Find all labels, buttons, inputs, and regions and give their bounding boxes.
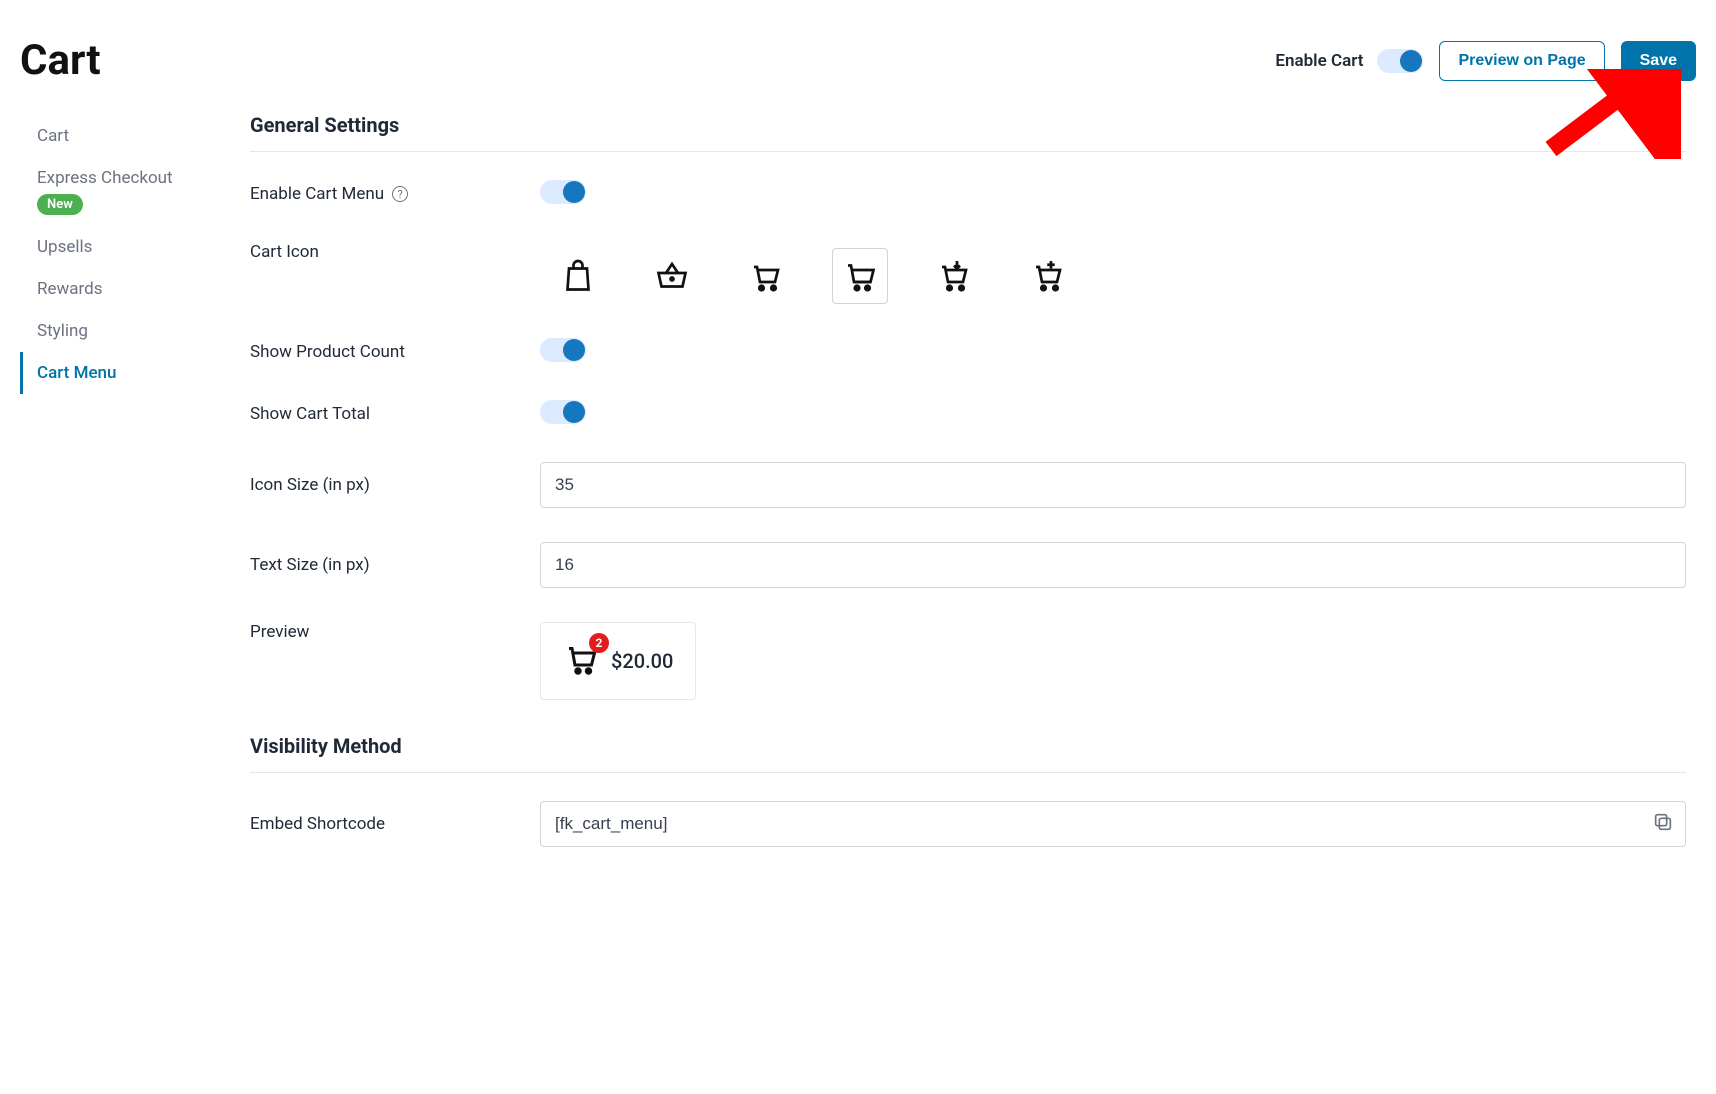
- enable-cart-toggle[interactable]: [1377, 49, 1423, 73]
- sidebar-item-rewards[interactable]: Rewards: [20, 268, 220, 310]
- basket-icon[interactable]: [644, 248, 700, 304]
- embed-shortcode-input[interactable]: [540, 801, 1686, 847]
- copy-icon[interactable]: [1652, 811, 1674, 837]
- preview-total: $20.00: [611, 649, 673, 673]
- help-icon[interactable]: ?: [392, 186, 408, 202]
- embed-shortcode-label: Embed Shortcode: [250, 814, 540, 834]
- show-cart-total-label: Show Cart Total: [250, 404, 540, 424]
- preview-label: Preview: [250, 622, 540, 642]
- sidebar-item-cart-menu[interactable]: Cart Menu: [20, 352, 220, 394]
- enable-cart-label: Enable Cart: [1275, 51, 1363, 71]
- section-title-general: General Settings: [250, 113, 1686, 152]
- cart-plus-icon[interactable]: [1020, 248, 1076, 304]
- shopping-bag-icon[interactable]: [550, 248, 606, 304]
- new-badge: New: [37, 194, 83, 215]
- text-size-label: Text Size (in px): [250, 555, 540, 575]
- sidebar: Cart Express Checkout New Upsells Reward…: [20, 113, 220, 881]
- sidebar-item-label: Styling: [37, 321, 88, 341]
- cart-menu-preview: 2 $20.00: [540, 622, 696, 700]
- enable-cart-menu-toggle[interactable]: [540, 180, 586, 204]
- show-product-count-toggle[interactable]: [540, 338, 586, 362]
- cart-icon-label: Cart Icon: [250, 242, 540, 262]
- sidebar-item-label: Rewards: [37, 279, 102, 299]
- icon-size-label: Icon Size (in px): [250, 475, 540, 495]
- header-actions: Enable Cart Preview on Page Save: [1275, 41, 1696, 81]
- show-product-count-label: Show Product Count: [250, 342, 540, 362]
- text-size-input[interactable]: [540, 542, 1686, 588]
- sidebar-item-styling[interactable]: Styling: [20, 310, 220, 352]
- page-title: Cart: [20, 36, 101, 85]
- sidebar-item-cart[interactable]: Cart: [20, 115, 220, 157]
- cart-down-icon[interactable]: [926, 248, 982, 304]
- icon-size-input[interactable]: [540, 462, 1686, 508]
- sidebar-item-label: Cart Menu: [37, 363, 116, 383]
- enable-cart-menu-label: Enable Cart Menu: [250, 184, 384, 204]
- cart-icon[interactable]: [738, 248, 794, 304]
- cart-alt-icon[interactable]: [832, 248, 888, 304]
- preview-count-badge: 2: [589, 633, 609, 653]
- show-cart-total-toggle[interactable]: [540, 400, 586, 424]
- sidebar-item-label: Express Checkout: [37, 168, 173, 188]
- sidebar-item-label: Cart: [37, 126, 69, 146]
- preview-on-page-button[interactable]: Preview on Page: [1439, 41, 1604, 81]
- sidebar-item-express-checkout[interactable]: Express Checkout New: [20, 157, 220, 226]
- cart-alt-icon: [563, 662, 599, 681]
- sidebar-item-label: Upsells: [37, 237, 92, 257]
- sidebar-item-upsells[interactable]: Upsells: [20, 226, 220, 268]
- section-title-visibility: Visibility Method: [250, 734, 1686, 773]
- save-button[interactable]: Save: [1621, 41, 1696, 81]
